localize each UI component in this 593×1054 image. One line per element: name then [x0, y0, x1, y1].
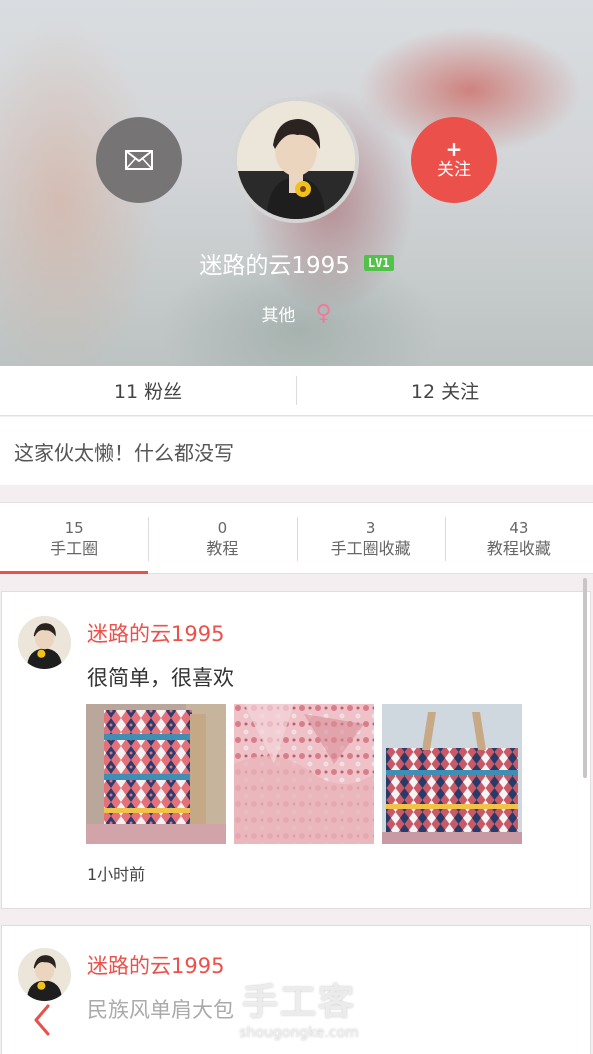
tab-label: 手工圈收藏: [330, 538, 411, 558]
tab-tutorials[interactable]: 0 教程: [148, 503, 296, 573]
post-avatar[interactable]: [18, 948, 71, 1001]
post-photo[interactable]: [234, 704, 374, 844]
post-avatar[interactable]: [18, 616, 71, 669]
message-button[interactable]: [96, 117, 182, 203]
post-time: 1小时前: [87, 865, 146, 884]
chevron-left-icon: [34, 1004, 50, 1036]
content-tabs: 15 手工圈 0 教程 3 手工圈收藏 43 教程收藏: [0, 502, 593, 574]
follow-label: 关注: [437, 160, 471, 180]
post-author[interactable]: 迷路的云1995: [87, 950, 224, 980]
fans-count[interactable]: 11 粉丝: [0, 366, 296, 415]
profile-header: + 关注 迷路的云1995 LV1 其他 ♀: [0, 0, 593, 366]
post-photo[interactable]: [86, 704, 226, 844]
post-card[interactable]: 迷路的云1995 很简单，很喜欢 1小时前: [1, 591, 591, 909]
user-bio: 这家伙太懒！什么都没写: [0, 417, 593, 485]
scrollbar[interactable]: [583, 578, 587, 778]
tab-label: 教程: [206, 538, 239, 558]
tab-tutorial-favorites[interactable]: 43 教程收藏: [444, 503, 593, 573]
post-text: 民族风单肩大包: [87, 998, 234, 1022]
back-button[interactable]: [28, 1000, 58, 1040]
watermark-url: shougongke.com: [239, 1025, 359, 1041]
follow-button[interactable]: + 关注: [411, 117, 497, 203]
bag-photo: [234, 704, 374, 844]
post-photo[interactable]: [382, 704, 522, 844]
bag-photo: [86, 704, 226, 844]
tab-label: 手工圈: [50, 538, 99, 558]
tab-count: 43: [509, 518, 529, 537]
avatar-image: [18, 948, 71, 1001]
envelope-icon: [125, 150, 153, 170]
tab-circle-favorites[interactable]: 3 手工圈收藏: [296, 503, 445, 573]
tab-count: 0: [217, 518, 228, 537]
level-badge: LV1: [363, 255, 394, 271]
username-row: 迷路的云1995 LV1: [0, 246, 593, 280]
tab-handcraft-circle[interactable]: 15 手工圈: [0, 503, 149, 574]
tab-count: 3: [365, 518, 376, 537]
watermark-title: 手工客: [241, 982, 356, 1023]
avatar-image: [18, 616, 71, 669]
user-category: 其他: [261, 306, 296, 326]
post-text: 很简单，很喜欢: [87, 666, 234, 690]
profile-avatar[interactable]: [233, 97, 359, 223]
following-count[interactable]: 12 关注: [297, 366, 593, 415]
username: 迷路的云1995: [199, 253, 350, 279]
bag-photo: [382, 704, 522, 844]
plus-icon: +: [445, 137, 463, 161]
user-meta: 其他 ♀: [0, 301, 593, 326]
avatar-image: [237, 101, 355, 219]
post-author[interactable]: 迷路的云1995: [87, 618, 224, 648]
tab-count: 15: [64, 518, 84, 537]
watermark: 手工客 shougongke.com: [232, 982, 366, 1042]
tab-label: 教程收藏: [486, 538, 551, 558]
female-icon: ♀: [315, 301, 332, 326]
follow-stats: 11 粉丝 12 关注: [0, 366, 593, 416]
